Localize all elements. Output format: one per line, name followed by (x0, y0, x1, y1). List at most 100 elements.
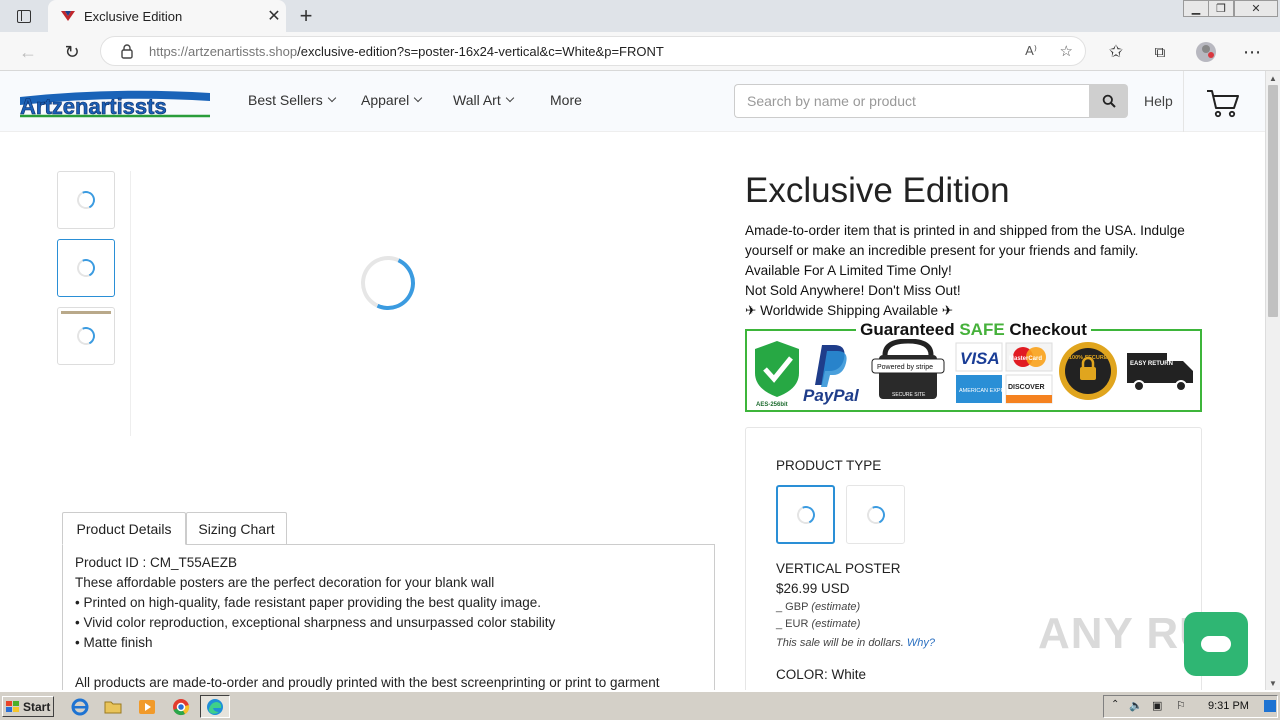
product-type-label: PRODUCT TYPE (776, 458, 882, 473)
favorites-icon[interactable]: ✩ (1103, 39, 1129, 65)
nav-more[interactable]: More (550, 92, 582, 108)
chrome-icon[interactable] (171, 697, 191, 717)
product-type-option[interactable] (846, 485, 905, 544)
paypal-icon: PayPal (803, 345, 860, 405)
flag-icon[interactable]: ⚐ (1176, 699, 1186, 712)
scroll-up-icon[interactable]: ▲ (1269, 74, 1277, 83)
loading-spinner-icon (74, 324, 98, 348)
restore-button[interactable]: ❐ (1208, 0, 1234, 17)
color-label: COLOR: White (776, 667, 867, 682)
site-logo[interactable]: Artzenartissts (18, 83, 212, 119)
svg-text:DISCOVER: DISCOVER (1008, 384, 1045, 391)
minimize-button[interactable]: ▁ (1183, 0, 1209, 17)
svg-text:MasterCard: MasterCard (1009, 356, 1042, 362)
chevron-down-icon (505, 93, 514, 103)
svg-text:VISA: VISA (960, 349, 1000, 368)
lock-icon (121, 44, 133, 59)
why-link[interactable]: Why? (907, 637, 935, 649)
url-host: https://artzenartissts.shop (149, 43, 298, 59)
secure-seal-icon: 100% SECURE (1059, 342, 1117, 400)
nav-apparel[interactable]: Apparel (361, 92, 423, 108)
tab-actions-icon[interactable] (8, 6, 40, 26)
svg-text:SECURE SITE: SECURE SITE (892, 392, 926, 398)
chevron-down-icon (414, 93, 423, 103)
system-tray: ⌃ 🔈 ▣ ⚐ (1103, 695, 1278, 718)
help-link[interactable]: Help (1144, 93, 1173, 109)
details-bullet: • Vivid color reproduction, exceptional … (75, 615, 556, 630)
profile-avatar[interactable] (1193, 39, 1219, 65)
add-favorite-icon[interactable]: ☆ (1060, 42, 1073, 60)
collections-icon[interactable]: ⧉ (1147, 39, 1173, 65)
nav-wall-art[interactable]: Wall Art (453, 92, 514, 108)
nav-best-sellers[interactable]: Best Sellers (248, 92, 336, 108)
product-thumbnail-selected[interactable] (57, 239, 115, 297)
svg-text:100% SECURE: 100% SECURE (1069, 355, 1108, 361)
url-path: /exclusive-edition?s=poster-16x24-vertic… (297, 43, 664, 59)
description-line: Amade-to-order item that is printed in a… (745, 223, 1185, 258)
windows-logo-icon (6, 700, 19, 712)
url-field[interactable]: https://artzenartissts.shop/exclusive-ed… (100, 36, 1086, 66)
read-aloud-icon[interactable]: A⁾ (1025, 43, 1037, 59)
page-scrollbar[interactable]: ▲ ▼ (1265, 71, 1280, 690)
edge-taskbar-button[interactable] (200, 695, 230, 718)
image-divider (130, 171, 131, 436)
details-bullet: • Printed on high-quality, fade resistan… (75, 595, 542, 610)
tab-product-details[interactable]: Product Details (62, 512, 186, 545)
back-icon[interactable]: ← (15, 39, 41, 65)
loading-spinner-icon (793, 502, 818, 527)
svg-text:Powered by stripe: Powered by stripe (877, 364, 933, 371)
network-icon[interactable]: ▣ (1152, 699, 1162, 712)
search-icon (1102, 94, 1116, 108)
details-intro: These affordable posters are the perfect… (75, 575, 495, 590)
tab-title: Exclusive Edition (84, 8, 183, 24)
search-button[interactable] (1089, 84, 1128, 118)
address-bar-row: ← ↻ https://artzenartissts.shop/exclusiv… (0, 32, 1280, 71)
tab-sizing-chart[interactable]: Sizing Chart (186, 512, 287, 545)
main-image-spinner-icon (353, 248, 423, 318)
safe-checkout-badge: AES-256bit PayPal Powered by stripe SECU… (745, 329, 1202, 412)
product-type-option-selected[interactable] (776, 485, 835, 544)
product-thumbnail[interactable] (57, 171, 115, 229)
loading-spinner-icon (863, 502, 888, 527)
mastercard-icon: MasterCard (1005, 342, 1053, 372)
search-input[interactable] (734, 84, 1090, 118)
browser-tab-bar: Exclusive Edition ✕ + ▁ ❐ ✕ (0, 0, 1280, 32)
windows-taskbar: Start ⌃ 🔈 ▣ ⚐ 9:31 PM (0, 691, 1280, 720)
show-desktop-icon[interactable] (1264, 700, 1276, 712)
cart-icon[interactable] (1205, 87, 1241, 119)
tray-expand-icon[interactable]: ⌃ (1111, 699, 1119, 710)
easy-return-truck-icon: EASY RETURN (1127, 353, 1193, 392)
selected-type-label: VERTICAL POSTER (776, 561, 901, 576)
product-thumbnail[interactable] (57, 307, 115, 365)
internet-explorer-icon[interactable] (70, 697, 90, 717)
tab-close-icon[interactable]: ✕ (262, 4, 286, 28)
chevron-down-icon (327, 93, 336, 103)
sale-note: This sale will be in dollars. Why? (776, 637, 935, 649)
clock: 9:31 PM (1208, 700, 1249, 712)
new-tab-button[interactable]: + (294, 3, 318, 28)
shield-check-icon: AES-256bit (755, 341, 799, 408)
more-options-icon[interactable]: ⋯ (1239, 39, 1265, 65)
scroll-thumb[interactable] (1268, 85, 1278, 317)
product-description: Amade-to-order item that is printed in a… (745, 221, 1215, 321)
start-button[interactable]: Start (2, 696, 54, 717)
tab-exclusive-edition[interactable]: Exclusive Edition ✕ (48, 0, 286, 32)
thumbnail-image-strip (61, 311, 111, 314)
refresh-icon[interactable]: ↻ (59, 39, 85, 65)
media-player-icon[interactable] (137, 697, 157, 717)
chat-button[interactable] (1184, 612, 1248, 676)
product-details-panel: Product ID : CM_T55AEZB These affordable… (62, 544, 715, 690)
loading-spinner-icon (74, 256, 98, 280)
edge-icon (207, 699, 223, 715)
url-text: https://artzenartissts.shop/exclusive-ed… (149, 44, 664, 59)
description-line: Available For A Limited Time Only! (745, 263, 952, 278)
folder-icon[interactable] (103, 697, 123, 717)
chat-icon (1201, 636, 1231, 652)
close-window-button[interactable]: ✕ (1234, 0, 1278, 17)
scroll-down-icon[interactable]: ▼ (1269, 679, 1277, 688)
volume-icon[interactable]: 🔈 (1129, 699, 1143, 712)
product-id: Product ID : CM_T55AEZB (75, 555, 238, 570)
details-bullet: • Matte finish (75, 635, 153, 650)
gbp-estimate: _ GBP (estimate) (776, 601, 861, 613)
description-line: Not Sold Anywhere! Don't Miss Out! (745, 283, 961, 298)
